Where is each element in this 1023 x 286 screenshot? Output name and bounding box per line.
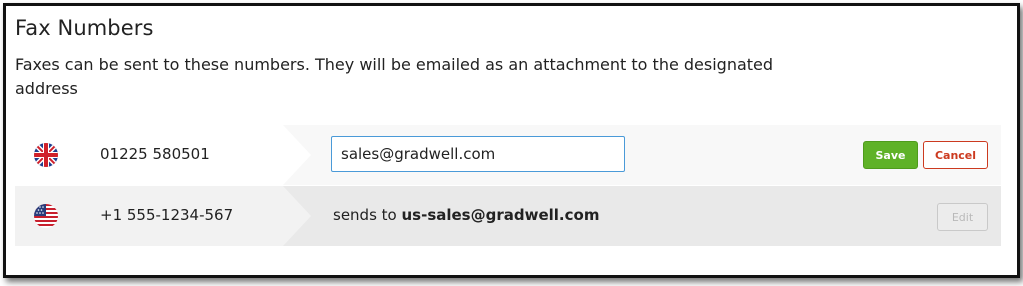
edit-button[interactable]: Edit: [937, 203, 988, 231]
destination-email: us-sales@gradwell.com: [401, 206, 600, 224]
fax-row-uk: 01225 580501 Save Cancel: [15, 125, 1001, 185]
page-title: Fax Numbers: [15, 16, 154, 40]
fax-numbers-panel: Fax Numbers Faxes can be sent to these n…: [3, 3, 1020, 278]
save-button[interactable]: Save: [863, 141, 918, 169]
us-flag-icon: [34, 204, 58, 228]
uk-flag-icon: [34, 143, 58, 167]
destination-text: sends to us-sales@gradwell.com: [333, 206, 599, 224]
email-field[interactable]: [331, 136, 625, 172]
cancel-button[interactable]: Cancel: [923, 141, 988, 169]
fax-row-us: +1 555-1234-567 sends to us-sales@gradwe…: [15, 186, 1001, 246]
fax-number: 01225 580501: [100, 145, 210, 163]
fax-number: +1 555-1234-567: [100, 206, 234, 224]
section-description: Faxes can be sent to these numbers. They…: [15, 55, 774, 98]
sends-to-label: sends to: [333, 206, 402, 224]
